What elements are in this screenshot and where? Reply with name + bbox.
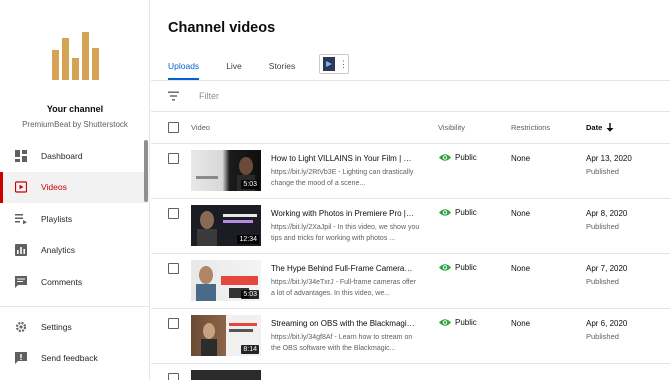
restrictions-value: None [511,209,531,218]
row-checkbox[interactable] [168,153,179,164]
visibility-label: Public [455,153,477,162]
sort-arrow-down-icon[interactable] [606,123,614,132]
column-header-date[interactable]: Date [586,123,602,132]
tabs-bar: Uploads Live Stories [168,52,322,80]
video-description: https://bit.ly/2RtVb3E - Lighting can dr… [271,169,414,187]
table-header: Video Visibility Restrictions Date [151,112,670,144]
more-options-icon[interactable]: ⋮ [339,59,348,69]
publish-status: Published [586,277,619,286]
eye-icon [439,264,451,271]
column-header-video: Video [191,123,211,132]
eye-icon [439,209,451,216]
feedback-icon [15,352,27,365]
video-duration: 8:14 [241,345,259,354]
sidebar-item-label: Settings [41,321,72,332]
publish-status: Published [586,167,619,176]
channel-subtitle: PremiumBeat by Shutterstock [22,120,128,129]
visibility-label: Public [455,263,477,272]
filter-bar: Filter [151,81,670,112]
row-checkbox[interactable] [168,263,179,274]
channel-logo[interactable] [52,32,100,80]
sidebar-item-analytics[interactable]: Analytics [0,235,150,267]
visibility-label: Public [455,318,477,327]
sidebar: Your channel PremiumBeat by Shutterstock… [0,0,150,380]
filter-icon[interactable] [168,91,179,101]
video-thumbnail[interactable] [191,370,261,380]
video-thumbnail[interactable]: 5:03 [191,150,261,191]
gear-icon [15,321,27,333]
main-content: Channel videos Uploads Live Stories ⋮ Fi… [151,0,670,380]
video-thumbnail[interactable]: 5:03 [191,260,261,301]
sidebar-item-playlists[interactable]: Playlists [0,203,150,235]
table-row[interactable]: 5:03 The Hype Behind Full-Frame Cameras … [151,254,670,309]
sidebar-item-label: Playlists [41,213,73,224]
sidebar-divider [0,306,150,307]
visibility-status[interactable]: Public [439,153,477,162]
upload-date: Apr 13, 2020 [586,154,632,163]
table-row[interactable]: 5:03 How to Light VILLAINS in Your Film … [151,144,670,199]
tab-stories[interactable]: Stories [269,52,295,80]
video-title[interactable]: The Hype Behind Full-Frame Cameras | G..… [271,264,416,273]
column-header-restrictions[interactable]: Restrictions [511,123,550,132]
page-title: Channel videos [168,20,276,36]
video-title[interactable]: Working with Photos in Premiere Pro | Vi… [271,209,416,218]
sidebar-item-settings[interactable]: Settings [0,311,150,343]
sidebar-item-dashboard[interactable]: Dashboard [0,140,150,172]
comments-icon [15,275,27,288]
video-thumbnail[interactable]: 8:14 [191,315,261,356]
filter-input[interactable]: Filter [199,91,219,101]
visibility-status[interactable]: Public [439,318,477,327]
video-description: https://bit.ly/34eTxrJ - Full-frame came… [271,279,416,297]
select-all-checkbox[interactable] [168,122,179,133]
table-row[interactable]: 12:34 Working with Photos in Premiere Pr… [151,199,670,254]
playlists-icon [15,213,27,225]
publish-status: Published [586,332,619,341]
sidebar-item-label: Videos [41,182,67,193]
upload-date: Apr 8, 2020 [586,209,628,218]
video-duration: 5:03 [241,290,259,299]
stories-thumbnail-tab[interactable]: ⋮ [319,54,349,74]
sidebar-item-label: Analytics [41,245,76,256]
sidebar-item-comments[interactable]: Comments [0,266,150,298]
table-row[interactable]: 8:14 Streaming on OBS with the Blackmagi… [151,309,670,364]
upload-date: Apr 6, 2020 [586,319,628,328]
column-header-visibility[interactable]: Visibility [438,123,465,132]
publish-status: Published [586,222,619,231]
row-checkbox[interactable] [168,208,179,219]
tab-live[interactable]: Live [226,52,242,80]
video-description: https://bit.ly/34gf8Af - Learn how to st… [271,334,413,352]
sidebar-item-videos[interactable]: Videos [0,171,150,203]
visibility-label: Public [455,208,477,217]
video-duration: 5:03 [241,180,259,189]
analytics-icon [15,244,27,257]
sidebar-nav: Dashboard Videos Playlists Analytics Com… [0,140,150,298]
videos-icon [15,181,27,193]
channel-name: Your channel [46,104,104,114]
upload-date: Apr 7, 2020 [586,264,628,273]
eye-icon [439,154,451,161]
visibility-status[interactable]: Public [439,208,477,217]
sidebar-item-send-feedback[interactable]: Send feedback [0,343,150,375]
video-duration: 12:34 [237,235,259,244]
eye-icon [439,319,451,326]
sidebar-item-label: Dashboard [41,150,83,161]
video-title[interactable]: Streaming on OBS with the Blackmagic ... [271,319,416,328]
table-row[interactable] [151,364,670,380]
tab-uploads[interactable]: Uploads [168,52,200,80]
restrictions-value: None [511,264,531,273]
row-checkbox[interactable] [168,318,179,329]
restrictions-value: None [511,319,531,328]
video-title[interactable]: How to Light VILLAINS in Your Film | Cin… [271,154,416,163]
sidebar-bottom-nav: Settings Send feedback [0,311,150,374]
row-checkbox[interactable] [168,373,179,380]
visibility-status[interactable]: Public [439,263,477,272]
restrictions-value: None [511,154,531,163]
dashboard-icon [15,149,27,162]
stories-thumbnail [323,57,335,71]
sidebar-item-label: Send feedback [41,353,98,364]
video-thumbnail[interactable]: 12:34 [191,205,261,246]
sidebar-item-label: Comments [41,276,83,287]
sidebar-scrollbar[interactable] [144,140,148,202]
video-description: https://bit.ly/2XaJpil - In this video, … [271,224,420,242]
